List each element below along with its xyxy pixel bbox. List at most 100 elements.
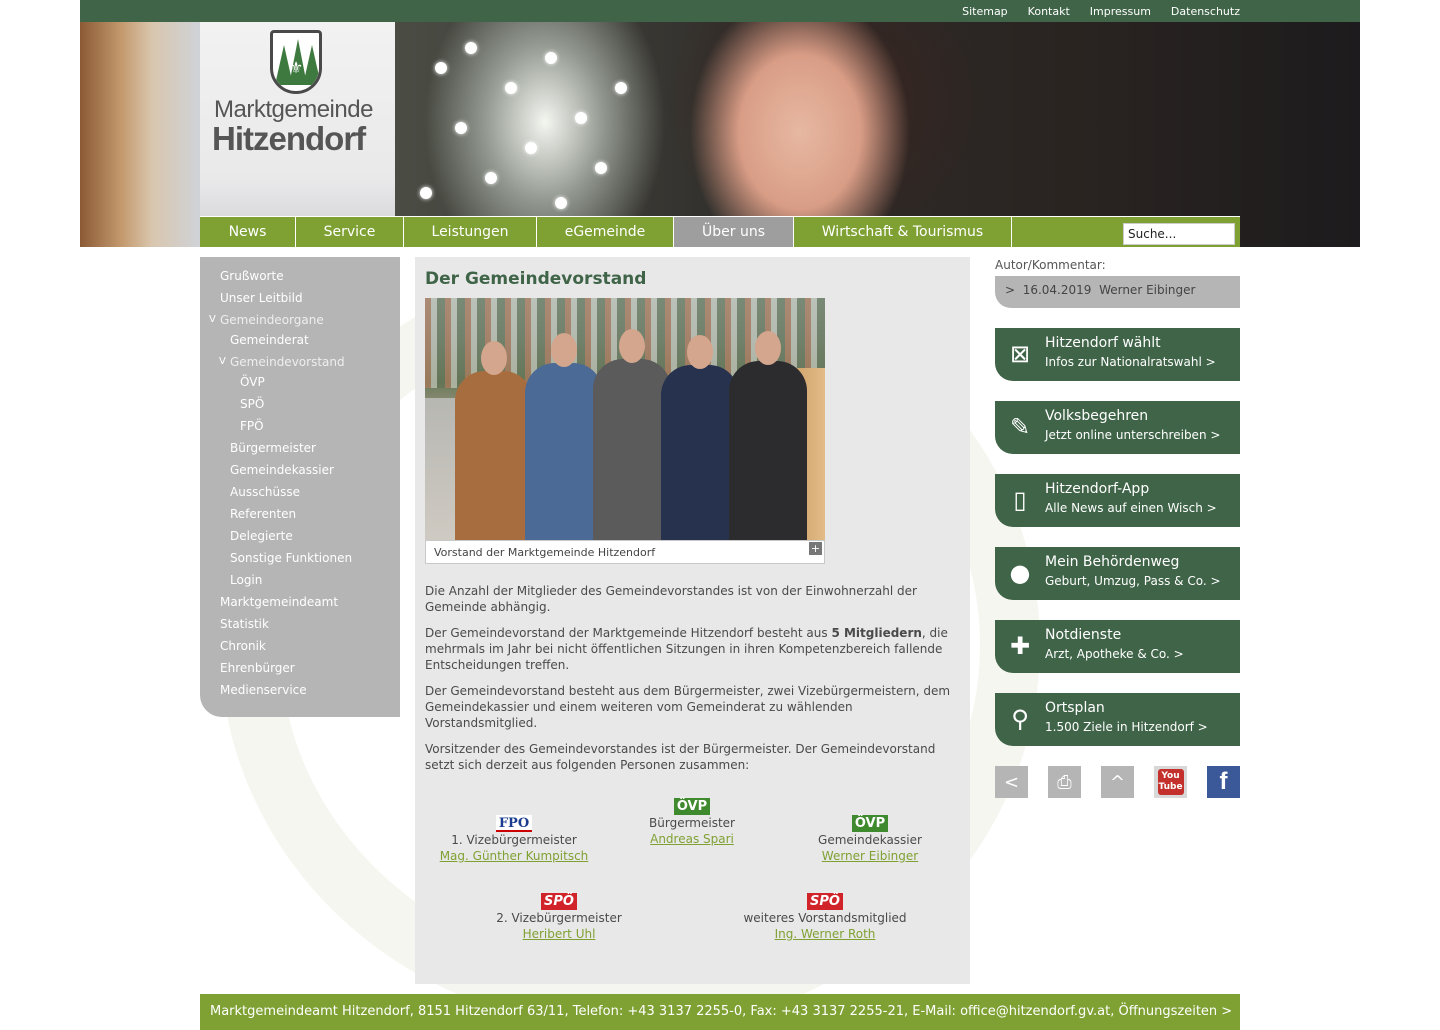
sidebar-item-spoe[interactable]: SPÖ	[200, 397, 400, 419]
sidebar-item-label: Ausschüsse	[230, 485, 301, 499]
member-card: FPO 1. Vizebürgermeister Mag. Günther Ku…	[425, 815, 603, 864]
sidebar-item-label: Statistik	[220, 617, 269, 631]
tile-title: Volksbegehren	[1045, 408, 1149, 424]
facebook-icon[interactable]: f	[1207, 766, 1240, 798]
member-name-link[interactable]: Andreas Spari	[650, 832, 734, 846]
author-label: Autor/Kommentar:	[995, 258, 1106, 272]
tile-title: Hitzendorf wählt	[1045, 335, 1161, 351]
chevron-down-icon: V	[219, 356, 226, 367]
top-bar: Sitemap Kontakt Impressum Datenschutz	[80, 0, 1360, 22]
sidebar-item-statistik[interactable]: Statistik	[200, 617, 400, 639]
paragraph-4: Vorsitzender des Gemeindevorstandes ist …	[425, 742, 936, 772]
sidebar-item-label: FPÖ	[240, 419, 264, 433]
sidebar-item-oevp[interactable]: ÖVP	[200, 375, 400, 397]
spoe-logo: SPÖ	[541, 893, 577, 910]
utility-icons: < ⎙ ^ You Tube f	[995, 766, 1240, 798]
sidebar-item-label: Login	[230, 573, 263, 587]
sidebar-item-label: Medienservice	[220, 683, 307, 697]
first-aid-icon: ✚	[1009, 632, 1031, 660]
tile-subtitle: 1.500 Ziele in Hitzendorf >	[1045, 720, 1208, 734]
sidebar-item-login[interactable]: Login	[200, 573, 400, 595]
logo-line2: Hitzendorf	[212, 120, 366, 157]
tile-title: Mein Behördenweg	[1045, 554, 1180, 570]
header-tree-image	[80, 22, 200, 247]
tile-volksbegehren[interactable]: ✎ Volksbegehren Jetzt online unterschrei…	[995, 401, 1240, 454]
paragraph-2: Der Gemeindevorstand der Marktgemeinde H…	[425, 626, 948, 672]
footer[interactable]: Marktgemeindeamt Hitzendorf, 8151 Hitzen…	[200, 994, 1240, 1030]
datenschutz-link[interactable]: Datenschutz	[1171, 5, 1240, 18]
paragraph-1: Die Anzahl der Mitglieder des Gemeindevo…	[425, 584, 917, 614]
sidebar-item-label: Ehrenbürger	[220, 661, 295, 675]
sidebar-item-medienservice[interactable]: Medienservice	[200, 683, 400, 705]
sidebar-item-label: Unser Leitbild	[220, 291, 303, 305]
sidebar-item-buergermeister[interactable]: Bürgermeister	[200, 441, 400, 463]
nav-service[interactable]: Service	[296, 217, 404, 247]
sidebar-item-gemeinderat[interactable]: Gemeinderat	[200, 333, 400, 355]
page-title: Der Gemeindevorstand	[425, 269, 647, 289]
sidebar-item-label: Marktgemeindeamt	[220, 595, 339, 609]
sidebar-item-label: Referenten	[230, 507, 297, 521]
member-card: ÖVP Gemeindekassier Werner Eibinger	[781, 815, 959, 864]
sidebar-item-gemeindeorgane[interactable]: V Gemeindeorgane	[200, 313, 400, 333]
fpo-logo: FPO	[495, 815, 533, 832]
sidebar-item-delegierte[interactable]: Delegierte	[200, 529, 400, 551]
tile-hitzendorf-waehlt[interactable]: ⊠ Hitzendorf wählt Infos zur Nationalrat…	[995, 328, 1240, 381]
sidebar-item-sonstige-funktionen[interactable]: Sonstige Funktionen	[200, 551, 400, 573]
member-count: 5 Mitgliedern	[831, 626, 922, 640]
member-role: 2. Vizebürgermeister	[496, 911, 622, 925]
search-input[interactable]	[1123, 223, 1235, 245]
sidebar-item-grussworte[interactable]: Grußworte	[200, 269, 400, 291]
nav-ueber-uns[interactable]: Über uns	[674, 217, 794, 247]
group-photo[interactable]	[425, 298, 825, 541]
member-role: 1. Vizebürgermeister	[451, 833, 577, 847]
back-icon[interactable]: <	[995, 766, 1028, 798]
member-name-link[interactable]: Heribert Uhl	[523, 927, 596, 941]
sidebar-item-leitbild[interactable]: Unser Leitbild	[200, 291, 400, 313]
main-content: Der Gemeindevorstand Vorstand der Marktg…	[415, 257, 970, 984]
spoe-logo: SPÖ	[807, 893, 843, 910]
chevron-right-icon: >	[1005, 283, 1016, 297]
member-role: weiteres Vorstandsmitglied	[743, 911, 907, 925]
sidebar-item-fpoe[interactable]: FPÖ	[200, 419, 400, 441]
member-name-link[interactable]: Ing. Werner Roth	[775, 927, 876, 941]
kontakt-link[interactable]: Kontakt	[1028, 5, 1070, 18]
sidebar-item-label: ÖVP	[240, 375, 265, 389]
tile-ortsplan[interactable]: ⚲ Ortsplan 1.500 Ziele in Hitzendorf >	[995, 693, 1240, 746]
author-name: Werner Eibinger	[1099, 283, 1196, 297]
tile-hitzendorf-app[interactable]: ▯ Hitzendorf-App Alle News auf einen Wis…	[995, 474, 1240, 527]
nav-wirtschaft-tourismus[interactable]: Wirtschaft & Tourismus	[794, 217, 1012, 247]
youtube-icon[interactable]: You Tube	[1154, 766, 1187, 798]
expand-icon[interactable]: +	[809, 542, 822, 555]
sidebar-item-gemeindekassier[interactable]: Gemeindekassier	[200, 463, 400, 485]
sitemap-link[interactable]: Sitemap	[962, 5, 1008, 18]
sidebar-item-ehrenbuerger[interactable]: Ehrenbürger	[200, 661, 400, 683]
main-nav: News Service Leistungen eGemeinde Über u…	[200, 216, 1240, 247]
member-name-link[interactable]: Werner Eibinger	[822, 849, 918, 863]
sidebar-item-marktgemeindeamt[interactable]: Marktgemeindeamt	[200, 595, 400, 617]
impressum-link[interactable]: Impressum	[1090, 5, 1151, 18]
nav-egemeinde[interactable]: eGemeinde	[537, 217, 674, 247]
logo[interactable]: ⚜ Marktgemeinde Hitzendorf	[200, 22, 395, 247]
top-links: Sitemap Kontakt Impressum Datenschutz	[962, 0, 1240, 22]
sidebar-item-chronik[interactable]: Chronik	[200, 639, 400, 661]
sidebar-item-label: Gemeinderat	[230, 333, 309, 347]
member-role: Bürgermeister	[649, 816, 735, 830]
member-card: SPÖ weiteres Vorstandsmitglied Ing. Wern…	[725, 893, 925, 942]
official-icon: ●	[1009, 559, 1031, 587]
tile-title: Ortsplan	[1045, 700, 1105, 716]
sidebar-item-gemeindevorstand[interactable]: V Gemeindevorstand	[200, 355, 400, 375]
oevp-logo: ÖVP	[673, 798, 711, 815]
caption-text: Vorstand der Marktgemeinde Hitzendorf	[434, 546, 656, 559]
tile-behoerdenweg[interactable]: ● Mein Behördenweg Geburt, Umzug, Pass &…	[995, 547, 1240, 600]
member-name-link[interactable]: Mag. Günther Kumpitsch	[440, 849, 589, 863]
print-icon[interactable]: ⎙	[1048, 766, 1081, 798]
tile-notdienste[interactable]: ✚ Notdienste Arzt, Apotheke & Co. >	[995, 620, 1240, 673]
nav-leistungen[interactable]: Leistungen	[404, 217, 537, 247]
nav-news[interactable]: News	[200, 217, 296, 247]
tile-title: Notdienste	[1045, 627, 1122, 643]
sidebar-item-ausschuesse[interactable]: Ausschüsse	[200, 485, 400, 507]
sidebar-item-referenten[interactable]: Referenten	[200, 507, 400, 529]
scroll-top-icon[interactable]: ^	[1101, 766, 1134, 798]
map-pin-icon: ⚲	[1011, 705, 1029, 733]
photo-caption: Vorstand der Marktgemeinde Hitzendorf +	[425, 540, 825, 564]
